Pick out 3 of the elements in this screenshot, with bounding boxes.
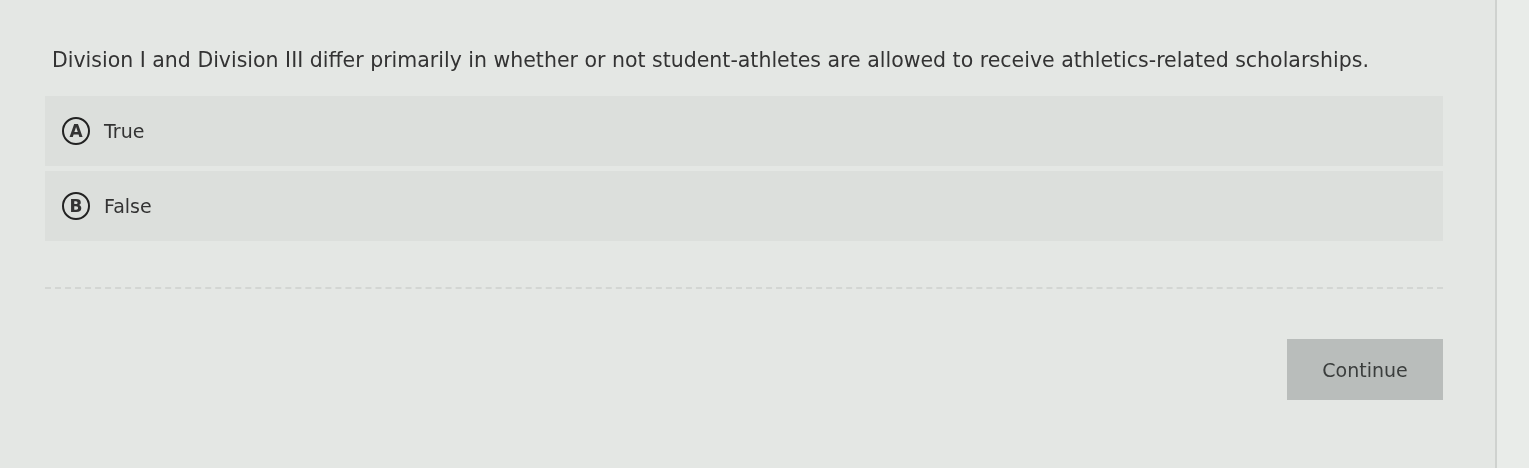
answer-option[interactable]: B False: [45, 171, 1443, 241]
answer-option[interactable]: A True: [45, 96, 1443, 166]
question-text: Division I and Division III differ primarily in whether or not student-athletes are allowed to receive athletics-related scholarships.: [52, 48, 1370, 72]
